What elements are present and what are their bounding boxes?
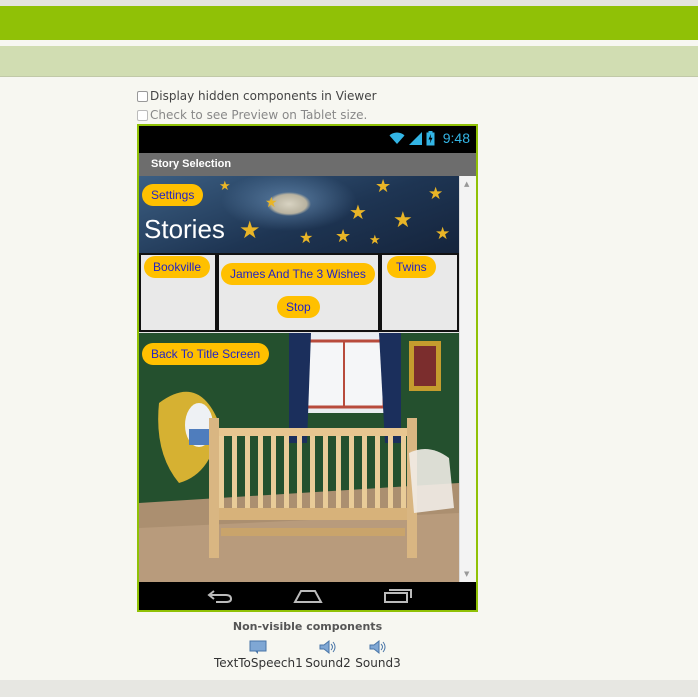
status-bar: 9:48 [139,126,476,153]
james-and-the-3-wishes-button[interactable]: James And The 3 Wishes [221,263,375,285]
toolbar-bar [0,46,698,77]
stop-button[interactable]: Stop [277,296,320,318]
tablet-preview-option[interactable]: Check to see Preview on Tablet size. [137,108,367,122]
signal-icon [408,131,422,145]
non-visible-components-title: Non-visible components [232,620,383,633]
nv-item-label: Sound3 [355,656,401,670]
settings-button[interactable]: Settings [142,184,204,206]
battery-icon [426,130,435,145]
text-to-speech-icon [249,640,267,654]
nv-item-label: TextToSpeech1 [214,656,303,670]
screen-content: ★ ★ ★ ★ ★ ★ ★ ★ ★ ★ ★ Settings Stories B… [139,176,459,582]
display-hidden-checkbox[interactable] [137,90,148,102]
nv-item-sound2[interactable]: Sound2 [303,640,353,670]
speaker-icon [319,640,336,654]
display-hidden-label: Display hidden components in Viewer [150,89,377,103]
nv-item-text-to-speech[interactable]: TextToSpeech1 [214,640,303,670]
nursery-illustration [139,333,459,582]
wifi-icon [389,132,405,144]
tablet-preview-checkbox[interactable] [137,109,148,121]
tablet-preview-label: Check to see Preview on Tablet size. [150,108,368,122]
app-header-bar [0,6,698,40]
nv-item-label: Sound2 [305,656,351,670]
display-hidden-option[interactable]: Display hidden components in Viewer [137,89,377,103]
bottom-stripe [0,680,698,697]
home-nav-icon[interactable] [293,588,323,604]
screen-title: Story Selection [139,153,476,176]
nursery-background-image [139,333,459,582]
bookville-button[interactable]: Bookville [144,256,211,278]
recent-apps-nav-icon[interactable] [383,588,413,604]
scroll-down-icon[interactable]: ▼ [464,570,469,578]
back-nav-icon[interactable] [206,588,234,604]
nv-item-sound3[interactable]: Sound3 [353,640,403,670]
phone-preview: 9:48 Story Selection ★ ★ ★ ★ ★ ★ ★ ★ ★ ★… [137,124,478,612]
status-time: 9:48 [442,130,470,146]
stories-label: Stories [144,214,225,244]
back-to-title-screen-button[interactable]: Back To Title Screen [142,343,270,365]
scroll-up-icon[interactable]: ▲ [464,180,469,188]
story-button-row: Bookville James And The 3 Wishes Stop Tw… [139,253,459,333]
screen-area: ★ ★ ★ ★ ★ ★ ★ ★ ★ ★ ★ Settings Stories B… [139,176,476,582]
speaker-icon [369,640,386,654]
android-nav-bar [139,582,476,610]
vertical-scrollbar[interactable]: ▲ ▼ [459,176,476,582]
twins-button[interactable]: Twins [387,256,436,278]
